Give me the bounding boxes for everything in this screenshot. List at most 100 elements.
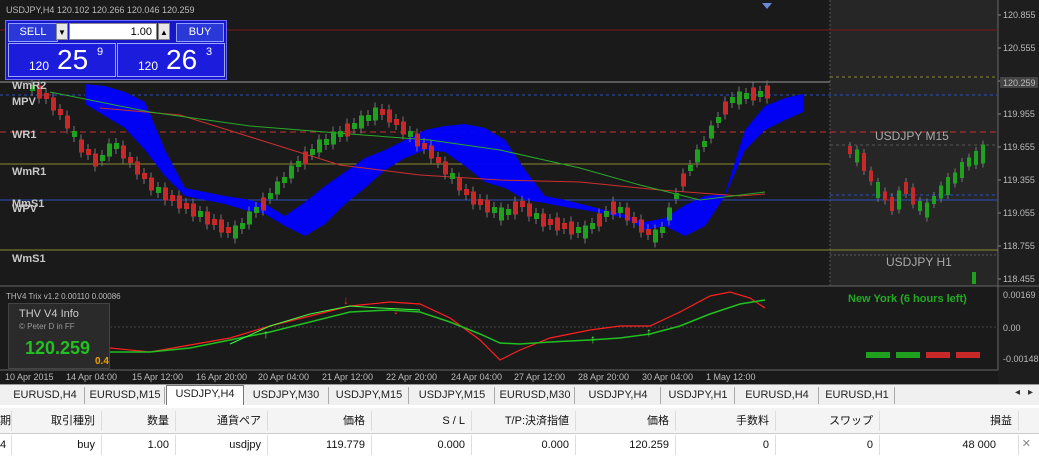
time-axis-label: 22 Apr 20:00 (386, 372, 437, 382)
order-column-header[interactable]: 価格 (576, 411, 676, 431)
chart-tab[interactable]: USDJPY,M15 (410, 387, 495, 404)
indicator-info: THV4 Trix v1.2 0.00110 0.00086 (6, 292, 121, 301)
bid-pip: 9 (97, 46, 104, 58)
ask-prefix: 120 (138, 59, 159, 73)
bid-prefix: 120 (29, 59, 50, 73)
pivot-label: MPV (12, 96, 37, 108)
order-cell: 0.000 (472, 435, 576, 455)
time-axis-label: 27 Apr 12:00 (514, 372, 565, 382)
order-cell: 4 (0, 435, 12, 455)
buy-arrow-icon: ↑ (590, 332, 596, 346)
thv-credit: © Peter D in FF (19, 322, 75, 331)
pivot-label: WR1 (12, 129, 36, 141)
symbol-title: USDJPY,H4 120.102 120.266 120.046 120.25… (6, 5, 195, 15)
ask-pip: 3 (206, 46, 213, 58)
time-axis-label: 14 Apr 04:00 (66, 372, 117, 382)
sell-arrow-icon: ↓ (393, 303, 399, 317)
buy-arrow-icon: ↑ (646, 325, 652, 339)
lot-size-input[interactable]: 1.00 (69, 23, 157, 40)
one-click-trading-panel: SELL ▼ 1.00 ▲ BUY 120 25 9 120 26 3 (5, 20, 227, 80)
price-axis-label: 118.455 (1003, 274, 1035, 284)
buy-button[interactable]: BUY (176, 23, 224, 42)
mtf-label-m15: USDJPY M15 (875, 129, 949, 143)
order-row[interactable]: 4 buy 1.00 usdjpy 119.779 0.000 0.000 120.259 0 0… (0, 435, 1039, 455)
chart-tab[interactable]: EURUSD,H1 (820, 387, 895, 404)
order-cell: buy (12, 435, 102, 455)
chart-area[interactable]: WmR2 MPV WR1 WmR1 MmS1 WPV WmS1 USDJPY M15 USD… (0, 0, 1039, 384)
orders-header-row: 期取引種別 数量 通貨ペア 価格 S / L T/P:決済指値 価格 手数料 スワップ 損益 (0, 408, 1039, 434)
order-column-header[interactable]: 手数料 (676, 411, 776, 431)
order-column-header[interactable]: 損益 (880, 411, 1019, 431)
ask-price-button[interactable]: 120 26 3 (117, 43, 225, 77)
thv-price: 120.259 (25, 338, 91, 358)
order-column-header[interactable]: 数量 (102, 411, 176, 431)
bid-big-figure: 25 (57, 44, 89, 75)
order-column-header[interactable]: T/P:決済指値 (472, 411, 576, 431)
order-column-header[interactable]: 価格 (268, 411, 372, 431)
chart-tab[interactable]: EURUSD,H4 (736, 387, 819, 404)
buy-arrow-icon: ↑ (263, 327, 269, 341)
ind-axis-bottom: -0.00148 (1003, 354, 1039, 364)
price-axis: 120.855120.555120.255119.955119.655119.3… (998, 10, 1036, 284)
time-axis-label: 24 Apr 04:00 (451, 372, 502, 382)
order-column-header[interactable]: 取引種別 (12, 411, 102, 431)
chart-tab[interactable]: USDJPY,H4 (576, 387, 661, 404)
pivot-label: WmR2 (12, 80, 46, 92)
order-column-header[interactable]: S / L (372, 411, 472, 431)
tab-scroll-left-icon[interactable]: ◂ (1015, 387, 1020, 398)
time-axis-label: 20 Apr 04:00 (258, 372, 309, 382)
lot-increase-button[interactable]: ▲ (158, 23, 170, 40)
time-axis-label: 21 Apr 12:00 (322, 372, 373, 382)
order-column-header[interactable]: スワップ (776, 411, 880, 431)
pivot-label: WmS1 (12, 253, 46, 265)
order-cell: 48 000 (880, 435, 1019, 455)
order-column-header[interactable]: 期 (0, 411, 12, 431)
price-axis-label: 118.755 (1003, 241, 1035, 251)
orders-terminal: 期取引種別 数量 通貨ペア 価格 S / L T/P:決済指値 価格 手数料 スワップ 損益 4b… (0, 405, 1039, 456)
pivot-label: WPV (12, 203, 38, 215)
order-cell: 0 (776, 435, 880, 455)
bid-price-button[interactable]: 120 25 9 (8, 43, 116, 77)
chart-tab-bar: EURUSD,H4 EURUSD,M15 USDJPY,H4 USDJPY,M30 US… (0, 384, 1039, 406)
chart-tab[interactable]: USDJPY,H1 (662, 387, 735, 404)
ask-big-figure: 26 (166, 44, 198, 75)
pivot-label: WmR1 (12, 166, 46, 178)
order-cell: usdjpy (176, 435, 268, 455)
close-order-icon[interactable]: ✕ (1022, 437, 1031, 450)
thv-title: THV V4 Info (19, 308, 79, 320)
order-cell: 0.000 (372, 435, 472, 455)
ind-axis-zero: 0.00 (1003, 323, 1021, 333)
price-axis-label: 120.555 (1003, 43, 1036, 53)
time-axis-label: 30 Apr 04:00 (642, 372, 693, 382)
chart-tab[interactable]: USDJPY,H4 (166, 385, 244, 406)
time-axis-label: 1 May 12:00 (706, 372, 756, 382)
session-label: New York (6 hours left) (848, 293, 967, 305)
ind-axis-top: 0.00169 (1003, 290, 1036, 300)
chart-tab[interactable]: EURUSD,M15 (86, 387, 165, 404)
chart-tab[interactable]: USDJPY,M15 (330, 387, 409, 404)
thv-small-value: 0.4 (95, 356, 109, 367)
tab-scroll-right-icon[interactable]: ▸ (1028, 387, 1033, 398)
sell-button[interactable]: SELL (8, 23, 58, 42)
price-axis-label: 120.855 (1003, 10, 1036, 20)
price-axis-label: 119.055 (1003, 208, 1035, 218)
mtf-label-h1: USDJPY H1 (886, 255, 952, 269)
current-price-tag: 120.259 (1003, 78, 1036, 88)
order-cell: 119.779 (268, 435, 372, 455)
time-axis-label: 16 Apr 20:00 (196, 372, 247, 382)
price-axis-label: 119.655 (1003, 142, 1035, 152)
sell-arrow-icon: ↓ (343, 293, 349, 307)
price-axis-label: 119.955 (1003, 109, 1035, 119)
order-column-header[interactable]: 通貨ペア (176, 411, 268, 431)
chart-tab[interactable]: EURUSD,M30 (496, 387, 575, 404)
time-axis-label: 10 Apr 2015 (5, 372, 54, 382)
thv-info-box: THV V4 Info © Peter D in FF 120.259 0.4 (8, 303, 110, 369)
order-cell: 0 (676, 435, 776, 455)
price-axis-label: 119.355 (1003, 175, 1035, 185)
order-cell: 1.00 (102, 435, 176, 455)
time-axis-label: 28 Apr 20:00 (578, 372, 629, 382)
chart-tab[interactable]: EURUSD,H4 (6, 387, 85, 404)
time-axis-label: 15 Apr 12:00 (132, 372, 183, 382)
lot-decrease-button[interactable]: ▼ (56, 23, 68, 40)
chart-tab[interactable]: USDJPY,M30 (244, 387, 329, 404)
